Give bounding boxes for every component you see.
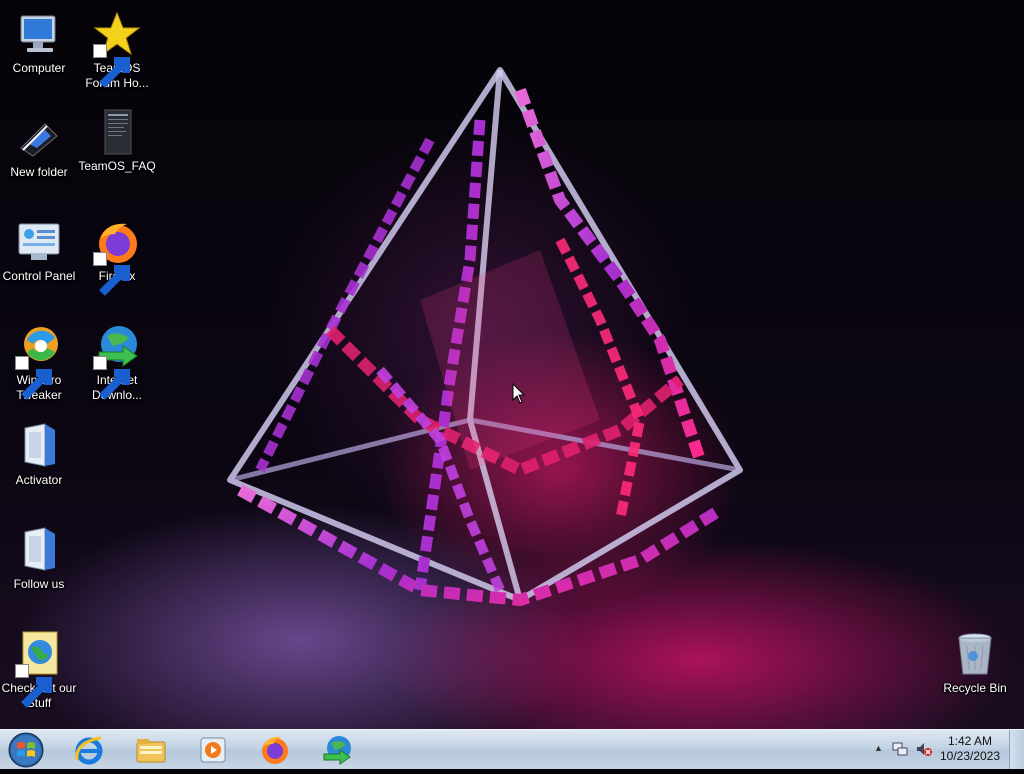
network-icon[interactable] <box>892 741 908 757</box>
windows-orb-icon <box>8 732 44 768</box>
desktop-icon-label: Follow us <box>13 577 65 591</box>
internet-download-manager-icon <box>93 322 141 400</box>
desktop-icon-firefox[interactable]: Firefox <box>78 218 156 296</box>
control-panel-icon <box>15 218 63 266</box>
start-button[interactable] <box>7 731 45 769</box>
follow-us-icon <box>15 526 63 574</box>
shortcut-arrow-icon <box>93 44 130 88</box>
clock[interactable]: 1:42 AM 10/23/2023 <box>938 734 1002 764</box>
desktop-icon-teamos-faq[interactable]: TeamOS_FAQ <box>78 108 156 174</box>
desktop-icon-follow-us[interactable]: Follow us <box>0 526 78 592</box>
clock-date: 10/23/2023 <box>939 749 1001 763</box>
globe-document-icon <box>15 630 63 708</box>
taskbar-internet-explorer-button[interactable] <box>62 732 116 768</box>
taskbar-media-player-button[interactable] <box>186 732 240 768</box>
file-explorer-icon <box>136 739 166 763</box>
desktop-icon-computer[interactable]: Computer <box>0 10 78 76</box>
internet-explorer-icon <box>75 736 103 765</box>
computer-icon <box>15 10 63 58</box>
desktop-icon-activator[interactable]: Activator <box>0 422 78 488</box>
desktop-icon-winaero-tweaker[interactable]: Winaero Tweaker <box>0 322 78 403</box>
media-player-icon <box>200 737 226 763</box>
desktop-icon-label: Control Panel <box>2 269 76 283</box>
show-hidden-icons-arrow-icon[interactable]: ▲ <box>874 743 883 753</box>
internet-download-manager-icon <box>323 736 351 765</box>
recycle-bin-icon <box>951 630 999 678</box>
desktop-icon-internet-download-manager[interactable]: Internet Downlo... <box>78 322 156 403</box>
shortcut-arrow-icon <box>93 356 130 400</box>
folder-icon <box>15 114 63 162</box>
show-desktop-button[interactable] <box>1009 730 1024 769</box>
shortcut-arrow-icon <box>15 664 52 708</box>
document-icon <box>93 108 141 156</box>
desktop-icon-label: Recycle Bin <box>943 681 1007 695</box>
clock-time: 1:42 AM <box>947 734 993 748</box>
desktop-icon-label: Activator <box>15 473 63 487</box>
mouse-cursor <box>512 383 526 404</box>
shortcut-arrow-icon <box>15 356 52 400</box>
taskbar: ▲ 1:42 AM 10/23/2023 <box>0 729 1024 769</box>
taskbar-file-explorer-button[interactable] <box>124 732 178 768</box>
desktop-icon-label: Computer <box>12 61 66 75</box>
activator-icon <box>15 422 63 470</box>
desktop-icon-label: New folder <box>10 165 68 179</box>
taskbar-firefox-button[interactable] <box>248 732 302 768</box>
firefox-icon <box>262 736 288 764</box>
desktop[interactable]: Computer New folder Control Panel Winaer… <box>0 0 1024 729</box>
desktop-icon-new-folder[interactable]: New folder <box>0 114 78 180</box>
system-tray: ▲ 1:42 AM 10/23/2023 <box>864 730 1024 769</box>
star-icon <box>93 10 141 88</box>
volume-muted-icon[interactable] <box>916 741 932 757</box>
shortcut-arrow-icon <box>93 252 130 296</box>
taskbar-internet-download-manager-button[interactable] <box>310 732 364 768</box>
desktop-icon-check-out-our-stuff[interactable]: Check out our Stuff <box>0 630 78 711</box>
desktop-icon-recycle-bin[interactable]: Recycle Bin <box>936 630 1014 696</box>
desktop-icon-label: TeamOS_FAQ <box>78 159 156 173</box>
desktop-icon-teamos-forum[interactable]: TeamOS Forum Ho... <box>78 10 156 91</box>
winaero-tweaker-icon <box>15 322 63 400</box>
firefox-icon <box>93 218 141 296</box>
desktop-icon-control-panel[interactable]: Control Panel <box>0 218 78 284</box>
